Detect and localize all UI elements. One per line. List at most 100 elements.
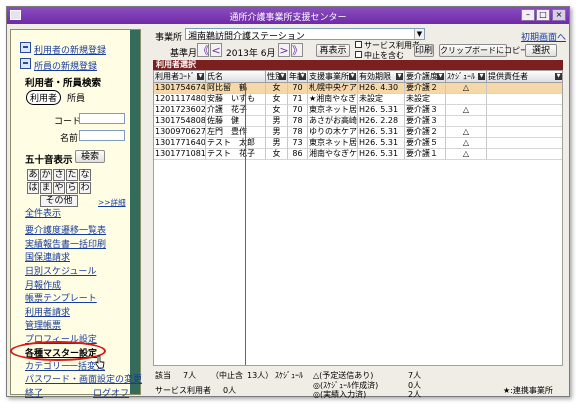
kana-title: 五十音表示 — [25, 155, 73, 166]
new-user-link[interactable]: 利用者の新規登録 — [34, 43, 106, 56]
table-row[interactable]: 1301771081テスト 花子女86湘南やなぎケアH26. 5.31要介護１△ — [154, 149, 562, 160]
table-cell — [487, 138, 562, 149]
window-title: 通所介護事業所支援センター — [229, 13, 347, 23]
title-bar: 通所介護事業所支援センター – □ × — [7, 7, 569, 24]
select-button[interactable]: 選択 — [525, 44, 557, 57]
link-daily-schedule[interactable]: 日別スケジュール — [25, 264, 96, 277]
col-expiry[interactable]: 有効期限 ▼ — [358, 71, 405, 83]
next-year-button[interactable]: 》 — [291, 43, 303, 57]
dropdown-icon[interactable]: ▼ — [279, 73, 286, 80]
initial-screen-link[interactable]: 初期画面へ — [521, 30, 566, 43]
table-cell: 女 — [266, 105, 288, 116]
col-schedule[interactable]: ｽｹｼﾞｭｰﾙ ▼ — [446, 71, 487, 83]
table-row[interactable]: 1301771640テスト 太郎男73東京ネット居宅H26. 5.31要介護５△ — [154, 138, 562, 149]
kana-ta[interactable]: た — [66, 169, 78, 181]
kana-sa[interactable]: さ — [53, 169, 65, 181]
dropdown-icon[interactable]: ▼ — [197, 73, 204, 80]
kana-a[interactable]: あ — [27, 169, 39, 181]
new-office-link[interactable]: 所員の新規登録 — [34, 59, 97, 72]
new-user-icon[interactable] — [20, 42, 31, 53]
print-button[interactable]: 印刷 — [414, 44, 434, 57]
schedule-label: ｽｹｼﾞｭｰﾙ — [275, 371, 303, 380]
link-user-billing[interactable]: 利用者請求 — [25, 305, 70, 318]
kana-ma[interactable]: ま — [40, 182, 52, 194]
col-name-label: 氏名 — [207, 72, 223, 81]
code-input[interactable] — [79, 113, 125, 124]
table-cell: 女 — [266, 149, 288, 160]
table-cell: 1301754808 — [154, 116, 206, 127]
redisplay-button[interactable]: 再表示 — [316, 44, 350, 57]
dropdown-icon[interactable]: ▼ — [555, 73, 562, 80]
hand-cursor-icon — [95, 355, 105, 369]
show-all-link[interactable]: 全件表示 — [25, 206, 61, 219]
dropdown-icon[interactable]: ▼ — [396, 73, 403, 80]
kana-ra[interactable]: ら — [66, 182, 78, 194]
end-link[interactable]: 終了 — [25, 386, 43, 399]
table-row[interactable]: 1300970627 左門 豊作男 78 ゆりの木ケア H26. 5.31 要介護２ △ — [154, 127, 562, 138]
dropdown-icon[interactable]: ▼ — [299, 73, 306, 80]
dropdown-icon[interactable]: ▼ — [349, 73, 356, 80]
detail-link[interactable]: >>詳細 — [98, 197, 126, 208]
new-office-icon[interactable] — [20, 58, 31, 69]
column-divider — [245, 83, 246, 365]
table-cell: 1201723602 — [154, 105, 206, 116]
table-cell: 78 — [288, 127, 308, 138]
table-cell: H26. 5.31 — [358, 105, 405, 116]
table-cell: 要介護３ — [405, 116, 446, 127]
table-cell — [487, 116, 562, 127]
close-button[interactable]: × — [552, 9, 566, 21]
office-select[interactable]: 湘南鵜訪問介護ステーション ▼ — [185, 28, 425, 42]
link-report-print[interactable]: 実績報告書一括印刷 — [25, 237, 106, 250]
table-row[interactable]: 1301754808 佐藤 健男 78 あさがお高崎 H26. 2.28 要介護３ — [154, 116, 562, 127]
kana-na[interactable]: な — [79, 169, 91, 181]
col-care-level-label: 要介護度 — [406, 72, 438, 81]
staff-radio[interactable]: 所員 — [67, 91, 85, 104]
table-cell: 86 — [288, 149, 308, 160]
prev-year-button[interactable]: 《 — [197, 43, 209, 57]
copy-clipboard-button[interactable]: クリップボードにコピー — [439, 44, 528, 57]
main-panel: 事業所 湘南鵜訪問介護ステーション ▼ 初期画面へ 基準月 《 < 2013年 … — [143, 27, 569, 399]
table-row[interactable]: 1201117480 安藤 いずも女 71 ★湘南やなぎ 未設定 未設定 — [154, 94, 562, 105]
table-row[interactable]: 1201723602介護 花子女70東京ネット居宅H26. 5.31要介護３△ — [154, 105, 562, 116]
stopped-value: 13人） — [247, 371, 274, 380]
col-name[interactable]: 氏名 — [206, 71, 266, 83]
dropdown-icon[interactable]: ▼ — [478, 73, 485, 80]
col-care-level[interactable]: 要介護度 ▼ — [405, 71, 446, 83]
kana-ka[interactable]: か — [40, 169, 52, 181]
table-cell: 1201117480 — [154, 94, 206, 105]
logoff-link[interactable]: ログオフ — [93, 386, 129, 399]
link-management[interactable]: 管理帳票 — [25, 318, 61, 331]
link-monthly-report[interactable]: 月報作成 — [25, 278, 61, 291]
include-stopped-checkbox[interactable] — [355, 51, 362, 58]
kana-ha[interactable]: は — [27, 182, 39, 194]
table-cell: △ — [446, 149, 487, 160]
link-templates[interactable]: 帳票テンプレート — [25, 291, 97, 304]
kana-wa[interactable]: わ — [79, 182, 91, 194]
name-input[interactable] — [79, 130, 125, 141]
link-kokuho[interactable]: 国保連請求 — [25, 250, 70, 263]
office-select-value: 湘南鵜訪問介護ステーション — [188, 32, 305, 42]
col-manager[interactable]: 提供責任者 ▼ — [487, 71, 562, 83]
kana-ya[interactable]: や — [53, 182, 65, 194]
next-month-button[interactable]: > — [278, 43, 290, 57]
col-age[interactable]: 年齢 ▼ — [288, 71, 308, 83]
link-password[interactable]: パスワード・画面設定の変更 — [25, 372, 142, 385]
col-code[interactable]: 利用者ｺｰﾄﾞ ▼ — [154, 71, 206, 83]
table-cell: 男 — [266, 138, 288, 149]
search-button[interactable]: 検索 — [75, 150, 105, 163]
table-cell: 未設定 — [358, 94, 405, 105]
maximize-button[interactable]: □ — [536, 9, 550, 21]
prev-month-button[interactable]: < — [210, 43, 222, 57]
table-row[interactable]: 1301754674 阿比留 鶴女 70 札幌中央ケア H26. 4.30 要介護２ △ — [154, 83, 562, 94]
minimize-button[interactable]: – — [521, 9, 535, 21]
service-user-checkbox[interactable] — [355, 41, 362, 48]
col-office[interactable]: 支援事業所名 ▼ — [308, 71, 358, 83]
link-care-transition[interactable]: 要介護度遷移一覧表 — [25, 223, 106, 236]
table-cell: 男 — [266, 116, 288, 127]
table-cell: ★湘南やなぎ — [308, 94, 358, 105]
col-gender[interactable]: 性別 ▼ — [266, 71, 288, 83]
table-cell: 佐藤 健 — [206, 116, 266, 127]
dropdown-icon[interactable]: ▼ — [437, 73, 444, 80]
table-cell: 78 — [288, 116, 308, 127]
user-radio[interactable]: 利用者 — [26, 90, 62, 105]
